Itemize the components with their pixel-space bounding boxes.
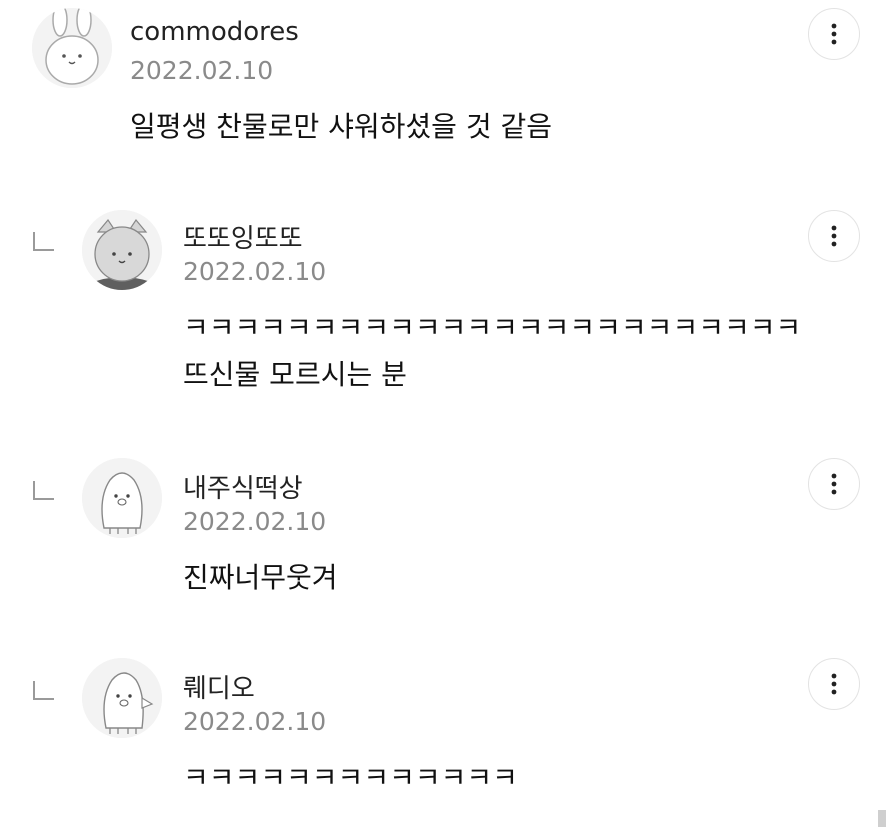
more-options-button[interactable]: [808, 658, 860, 710]
penguin-avatar-icon: [82, 458, 162, 538]
avatar[interactable]: [82, 658, 162, 738]
cat-avatar-icon: [82, 210, 162, 290]
comment-author[interactable]: 뤠디오: [183, 668, 255, 705]
reply-arrow-icon: [33, 681, 54, 700]
comment-date: 2022.02.10: [130, 56, 274, 85]
more-options-button[interactable]: [808, 8, 860, 60]
comment-text: 진짜너무웃겨: [183, 561, 338, 594]
comment-author[interactable]: 또또잉또또: [183, 218, 303, 255]
comment-date: 2022.02.10: [183, 257, 327, 286]
comment-date: 2022.02.10: [183, 507, 327, 536]
more-vertical-icon: [831, 23, 837, 45]
more-options-button[interactable]: [808, 458, 860, 510]
reply-arrow-icon: [33, 232, 54, 251]
reply-item: 뤠디오 2022.02.10 ㅋㅋㅋㅋㅋㅋㅋㅋㅋㅋㅋㅋㅋ: [0, 650, 886, 820]
bird-avatar-icon: [82, 658, 162, 738]
avatar[interactable]: [82, 210, 162, 290]
more-vertical-icon: [831, 225, 837, 247]
comment-text: ㅋㅋㅋㅋㅋㅋㅋㅋㅋㅋㅋㅋㅋㅋㅋㅋㅋㅋㅋㅋㅋㅋㅋㅋ 뜨신물 모르시는 분: [183, 311, 802, 391]
comment-date: 2022.02.10: [183, 707, 327, 736]
comment-text: ㅋㅋㅋㅋㅋㅋㅋㅋㅋㅋㅋㅋㅋ: [183, 761, 518, 794]
comment-item: commodores 2022.02.10 일평생 찬물로만 샤워하셨을 것 같…: [0, 0, 886, 170]
scrollbar-thumb[interactable]: [878, 810, 886, 827]
comment-text: 일평생 찬물로만 샤워하셨을 것 같음: [130, 110, 553, 143]
avatar[interactable]: [82, 458, 162, 538]
avatar[interactable]: [32, 8, 112, 88]
reply-arrow-icon: [33, 481, 54, 500]
comment-author[interactable]: 내주식떡상: [183, 468, 303, 505]
more-vertical-icon: [831, 673, 837, 695]
more-options-button[interactable]: [808, 210, 860, 262]
more-vertical-icon: [831, 473, 837, 495]
rabbit-avatar-icon: [32, 8, 112, 88]
comment-author[interactable]: commodores: [130, 17, 299, 47]
reply-item: 내주식떡상 2022.02.10 진짜너무웃겨: [0, 450, 886, 630]
reply-item: 또또잉또또 2022.02.10 ㅋㅋㅋㅋㅋㅋㅋㅋㅋㅋㅋㅋㅋㅋㅋㅋㅋㅋㅋㅋㅋㅋㅋ…: [0, 200, 886, 430]
